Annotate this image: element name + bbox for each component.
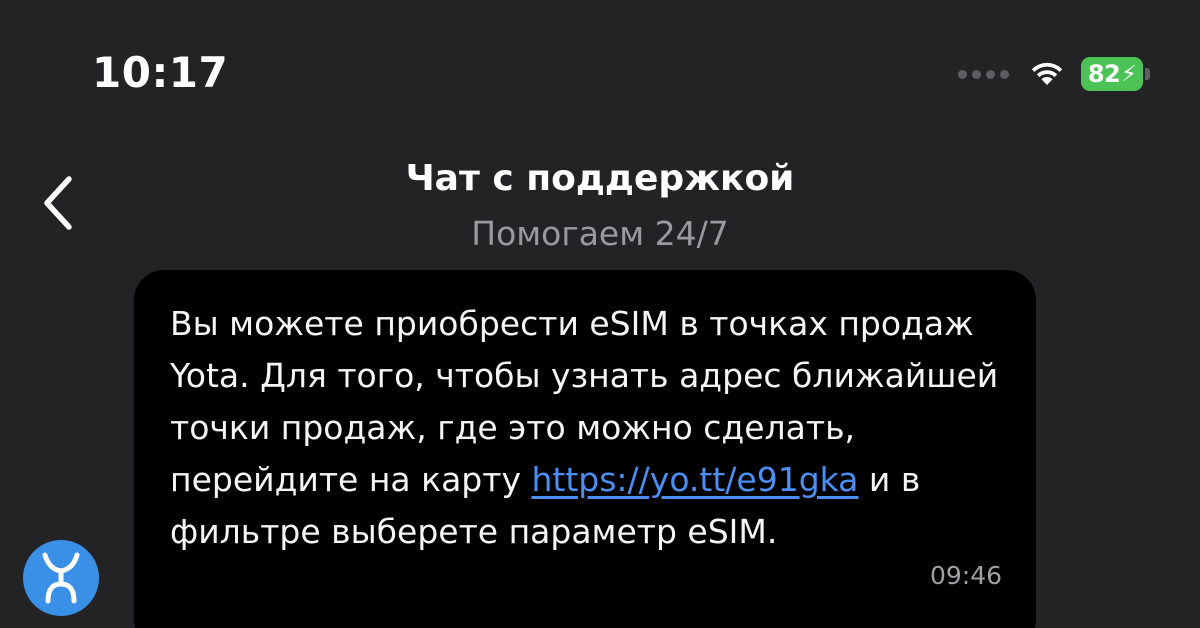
chat-screen: 10:17 82 ⚡︎ Чат с поддержкой Помогаем 24/… [0,0,1200,628]
chat-subtitle: Помогаем 24/7 [471,214,729,253]
chat-title: Чат с поддержкой [405,158,795,199]
message-time: 09:46 [929,561,1002,590]
battery-indicator: 82 ⚡︎ [1081,57,1150,91]
status-time: 10:17 [92,48,229,97]
charging-bolt-icon: ⚡︎ [1121,61,1137,87]
message-text: Вы можете приобрести eSIM в точках прода… [170,298,1010,558]
yota-logo-icon [42,552,80,604]
battery-level: 82 [1087,60,1121,88]
message-bubble: Вы можете приобрести eSIM в точках прода… [134,270,1036,628]
status-indicators: 82 ⚡︎ [958,54,1150,94]
battery-body: 82 ⚡︎ [1081,57,1143,91]
map-link[interactable]: https://yo.tt/e91gka [532,460,859,499]
avatar [23,540,99,616]
battery-cap [1145,68,1150,80]
cellular-signal-icon [958,69,1009,79]
wifi-icon [1027,59,1067,89]
